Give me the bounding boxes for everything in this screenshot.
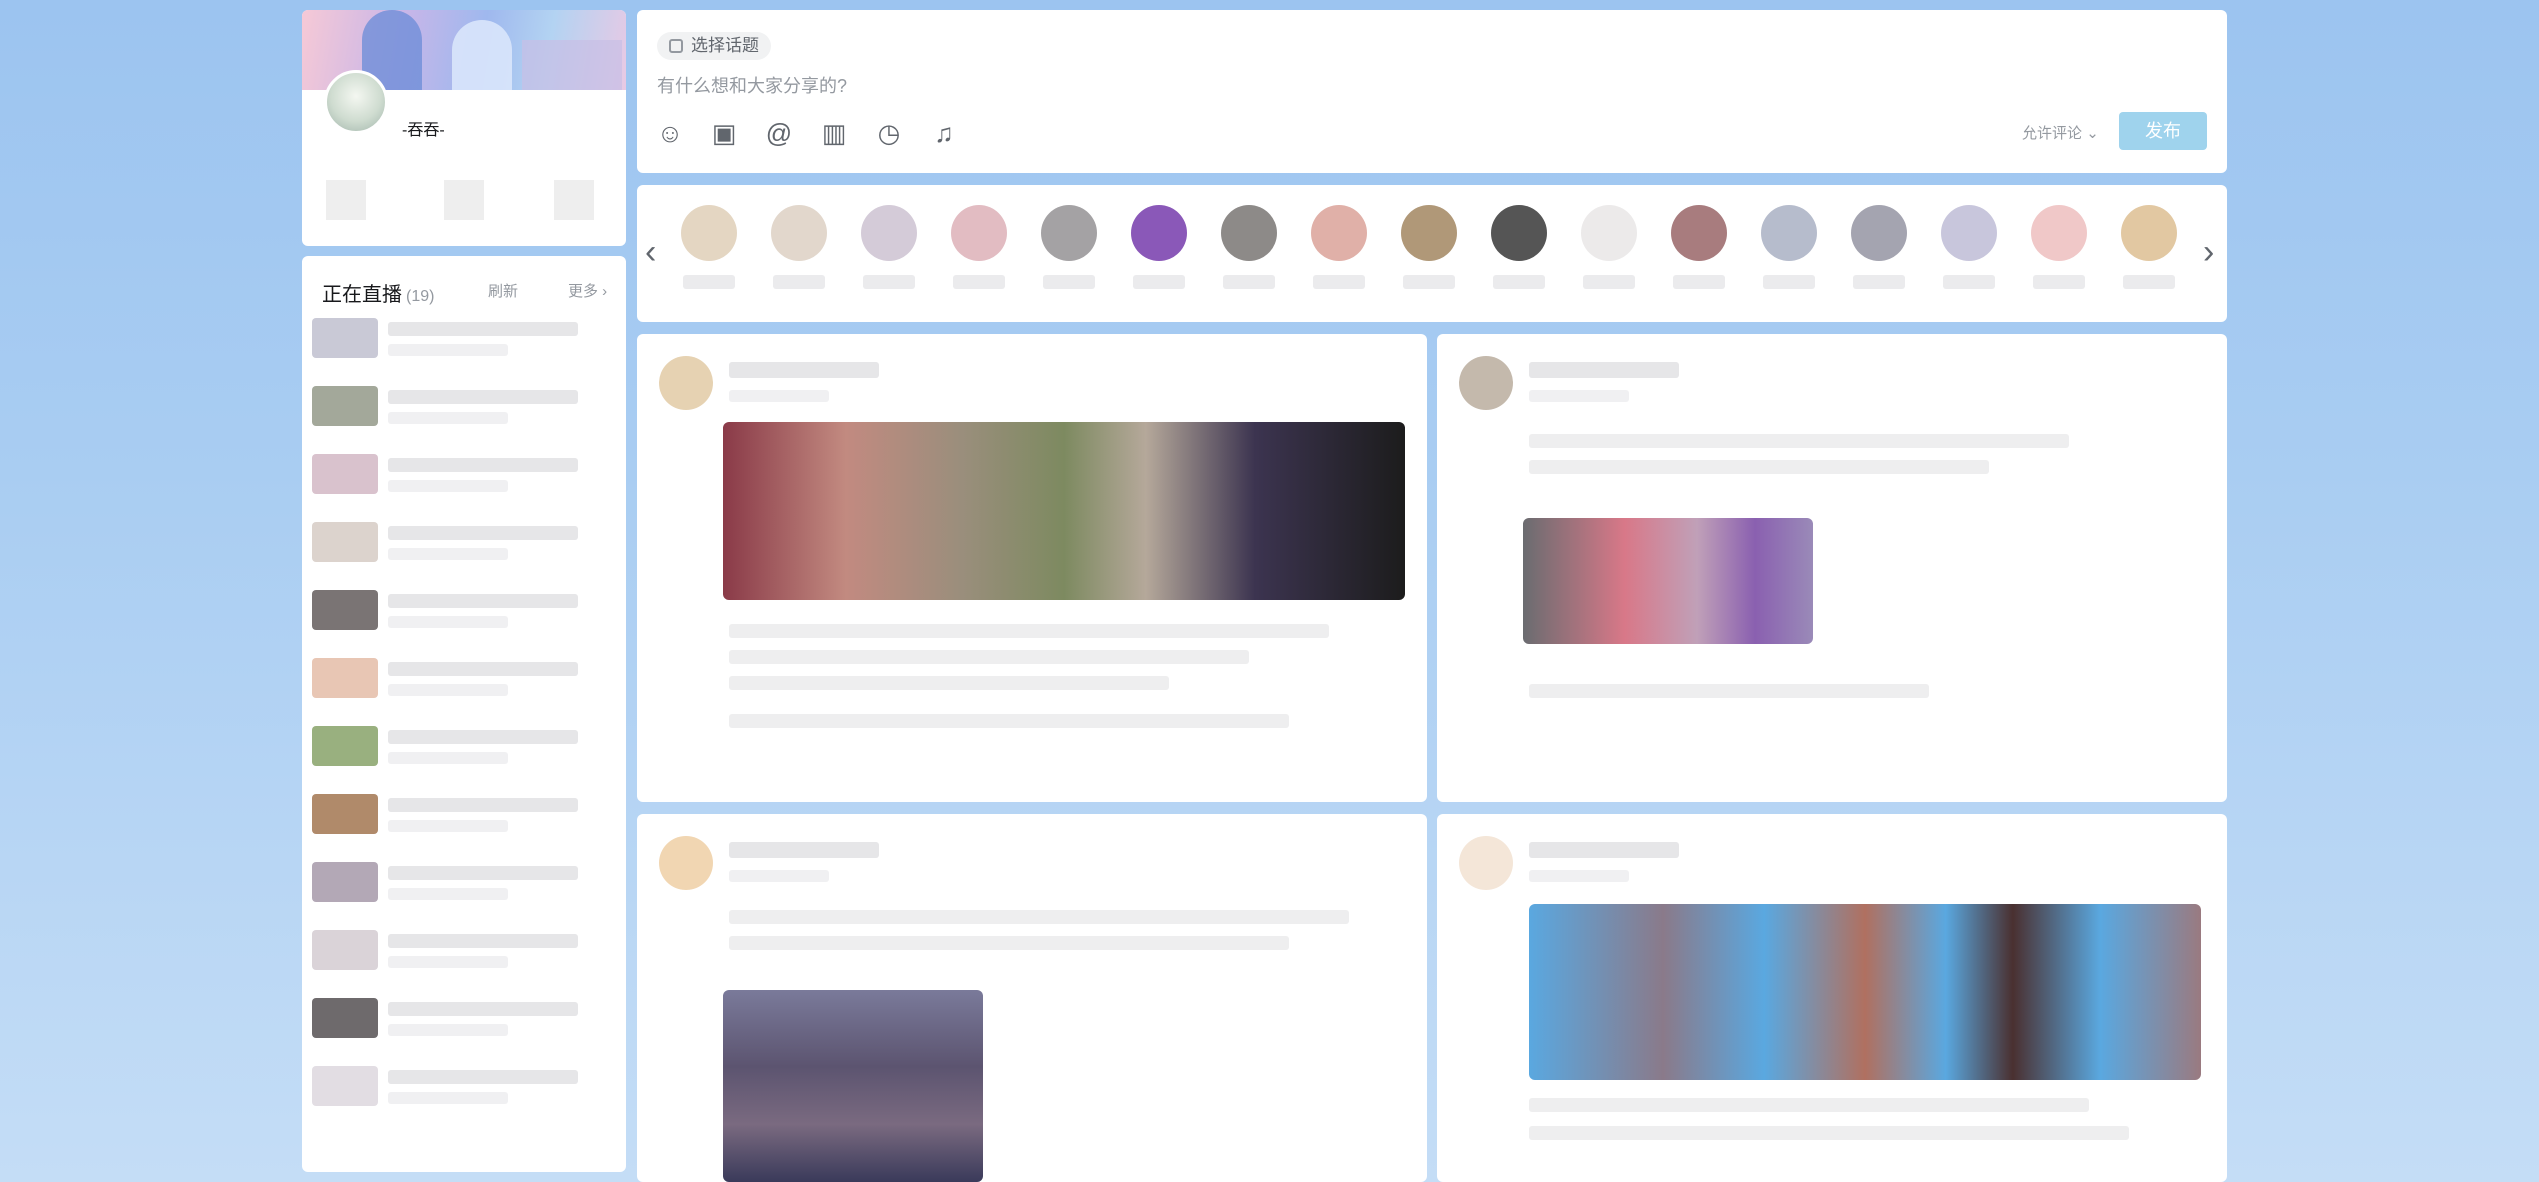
following-item[interactable] (2117, 205, 2181, 289)
following-item[interactable] (677, 205, 741, 289)
live-more-label: 更多 (568, 283, 599, 300)
emoji-icon[interactable]: ☺ (655, 118, 685, 148)
post-text (1529, 1098, 2089, 1112)
post-image[interactable] (723, 422, 1405, 600)
following-item[interactable] (1307, 205, 1371, 289)
feed-card[interactable] (637, 334, 1427, 802)
topic-icon (669, 39, 683, 53)
live-item[interactable] (312, 924, 612, 978)
following-item[interactable] (857, 205, 921, 289)
live-item[interactable] (312, 788, 612, 842)
following-item[interactable] (1937, 205, 2001, 289)
live-title-text: 正在直播 (322, 284, 402, 306)
select-topic-label: 选择话题 (691, 36, 759, 55)
chevron-right-icon[interactable]: › (2203, 233, 2214, 272)
allow-comment-dropdown[interactable]: 允许评论 ⌄ (2022, 122, 2099, 143)
following-item[interactable] (1487, 205, 1551, 289)
post-text (729, 650, 1249, 664)
feed-card[interactable] (1437, 334, 2227, 802)
live-item[interactable] (312, 448, 612, 502)
post-text (729, 676, 1169, 690)
author-avatar[interactable] (659, 356, 713, 410)
following-item[interactable] (1667, 205, 1731, 289)
chevron-left-icon[interactable]: ‹ (645, 233, 656, 272)
following-item[interactable] (1037, 205, 1101, 289)
post-input[interactable]: 有什么想和大家分享的? (657, 72, 847, 98)
following-item[interactable] (947, 205, 1011, 289)
banner-art (522, 40, 622, 90)
live-item[interactable] (312, 1060, 612, 1114)
publish-button[interactable]: 发布 (2119, 112, 2207, 150)
username[interactable]: -吞吞- (402, 116, 445, 140)
live-item[interactable] (312, 516, 612, 570)
poll-icon[interactable]: ▥ (819, 118, 849, 148)
live-more-link[interactable]: 更多 › (568, 280, 607, 301)
select-topic-button[interactable]: 选择话题 (657, 32, 771, 60)
allow-comment-label: 允许评论 (2022, 125, 2083, 142)
profile-card: -吞吞- (302, 10, 626, 246)
post-text (729, 936, 1289, 950)
stat-dynamics[interactable] (554, 180, 594, 220)
post-actions[interactable] (729, 714, 1289, 728)
post-text (1529, 434, 2069, 448)
image-icon[interactable]: ▣ (709, 118, 739, 148)
post-time (1529, 870, 1629, 882)
publish-card: 选择话题 有什么想和大家分享的? ☺ ▣ @ ▥ ◷ ♫ 允许评论 ⌄ 发布 (637, 10, 2227, 173)
banner-art (452, 20, 512, 90)
following-item[interactable] (1397, 205, 1461, 289)
post-text (729, 624, 1329, 638)
post-image[interactable] (1529, 904, 2201, 1080)
post-text (729, 910, 1349, 924)
live-card: 正在直播 (19) 刷新 更多 › (302, 256, 626, 1172)
post-image[interactable] (723, 990, 983, 1182)
post-time (1529, 390, 1629, 402)
live-item[interactable] (312, 992, 612, 1046)
stat-following[interactable] (326, 180, 366, 220)
following-item[interactable] (1127, 205, 1191, 289)
following-item[interactable] (767, 205, 831, 289)
post-time (729, 870, 829, 882)
live-item[interactable] (312, 380, 612, 434)
author-avatar[interactable] (659, 836, 713, 890)
avatar[interactable] (324, 70, 388, 134)
live-item[interactable] (312, 652, 612, 706)
schedule-icon[interactable]: ◷ (874, 118, 904, 148)
author-avatar[interactable] (1459, 356, 1513, 410)
reserve-icon[interactable]: ♫ (929, 118, 959, 148)
feed-card[interactable] (1437, 814, 2227, 1182)
live-item[interactable] (312, 720, 612, 774)
feed-card[interactable] (637, 814, 1427, 1182)
following-item[interactable] (1217, 205, 1281, 289)
author-name[interactable] (1529, 362, 1679, 378)
live-item[interactable] (312, 856, 612, 910)
post-time (729, 390, 829, 402)
following-item[interactable] (1577, 205, 1641, 289)
live-title: 正在直播 (19) (322, 278, 434, 307)
post-image[interactable] (1523, 518, 1813, 644)
author-name[interactable] (729, 842, 879, 858)
at-icon[interactable]: @ (764, 118, 794, 148)
live-refresh-button[interactable]: 刷新 (488, 280, 518, 301)
following-item[interactable] (2027, 205, 2091, 289)
following-strip: ‹ › (637, 185, 2227, 322)
live-count: (19) (406, 288, 435, 305)
chevron-down-icon: ⌄ (2086, 125, 2099, 142)
author-avatar[interactable] (1459, 836, 1513, 890)
author-name[interactable] (1529, 842, 1679, 858)
author-name[interactable] (729, 362, 879, 378)
live-item[interactable] (312, 584, 612, 638)
following-item[interactable] (1847, 205, 1911, 289)
following-item[interactable] (1757, 205, 1821, 289)
stat-followers[interactable] (444, 180, 484, 220)
live-item[interactable] (312, 312, 612, 366)
post-text (1529, 1126, 2129, 1140)
post-text (1529, 460, 1989, 474)
post-actions[interactable] (1529, 684, 1929, 698)
